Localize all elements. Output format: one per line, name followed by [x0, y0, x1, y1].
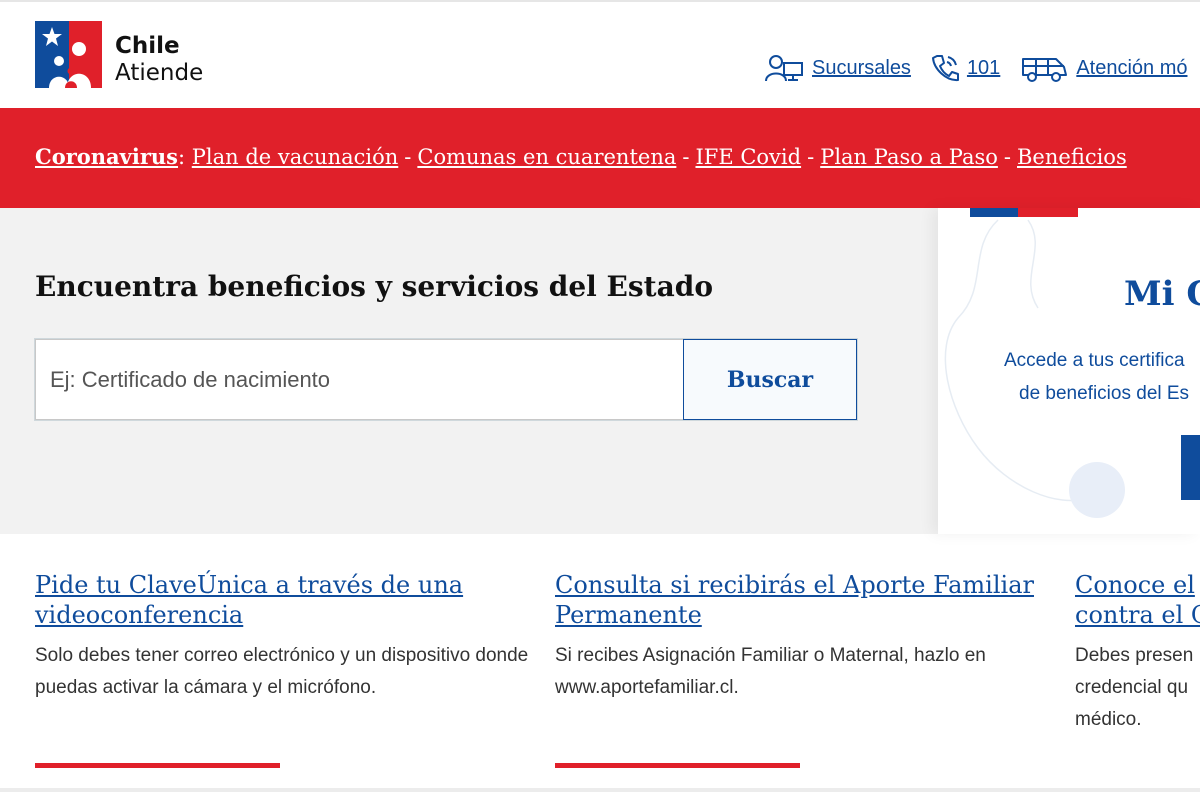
top-nav: Sucursales 101 Atención mó [764, 52, 1200, 84]
coronavirus-links: Coronavirus: Plan de vacunación - Comunas … [35, 144, 1127, 169]
ife-covid-link[interactable]: IFE Covid [695, 145, 801, 169]
search-section: Encuentra beneficios y servicios del Est… [0, 208, 938, 534]
news-red-rule [35, 763, 280, 768]
banner-separator: - [682, 145, 690, 169]
bottom-divider [0, 788, 1200, 792]
search-form: Buscar [35, 339, 857, 420]
sucursales-link[interactable]: Sucursales [764, 53, 911, 83]
news-description: Si recibes Asignación Familiar o Materna… [555, 645, 986, 698]
card-desc-line1: Accede a tus certifica [1004, 350, 1185, 371]
news-title-link[interactable]: Pide tu ClaveÚnica a través de una video… [35, 570, 535, 630]
search-button[interactable]: Buscar [683, 339, 857, 420]
news-description: Solo debes tener correo electrónico y un… [35, 645, 529, 698]
search-input[interactable] [35, 339, 683, 420]
plan-vacunacion-link[interactable]: Plan de vacunación [192, 145, 398, 169]
card-accent-blue [970, 208, 1018, 217]
news-item: Pide tu ClaveÚnica a través de una video… [35, 570, 535, 768]
chileatiende-logo[interactable]: Chile Atiende [35, 21, 225, 91]
phone-101-label: 101 [966, 56, 1001, 79]
comunas-cuarentena-link[interactable]: Comunas en cuarentena [417, 145, 676, 169]
card-accent-red [1018, 208, 1078, 217]
news-item: Consulta si recibirás el Aporte Familiar… [555, 570, 1055, 768]
atencion-movil-label: Atención mó [1076, 56, 1188, 79]
atencion-movil-link[interactable]: Atención mó [1020, 53, 1187, 83]
logo-wordmark: Chile Atiende [115, 33, 203, 87]
news-title-link[interactable]: Consulta si recibirás el Aporte Familiar… [555, 570, 1055, 630]
coronavirus-banner: Coronavirus: Plan de vacunación - Comunas … [0, 108, 1200, 208]
news-title-link[interactable]: Conoce el contra el C [1075, 570, 1200, 630]
banner-separator: - [1003, 145, 1011, 169]
card-accent-bars [970, 208, 1078, 217]
plan-paso-a-paso-link[interactable]: Plan Paso a Paso [820, 145, 998, 169]
site-header: Chile Atiende Sucursales 101 Atención mó [0, 0, 1200, 108]
banner-separator: - [807, 145, 815, 169]
banner-colon: : [178, 145, 186, 169]
logo-line1: Chile [115, 33, 180, 59]
mi-chileatiende-card: Mi C Accede a tus certifica de beneficio… [938, 208, 1200, 534]
sucursales-label: Sucursales [812, 56, 911, 79]
van-icon [1022, 58, 1068, 82]
phone-101-link[interactable]: 101 [931, 53, 1000, 83]
card-desc-line2: de beneficios del Es [1019, 383, 1190, 404]
logo-line2: Atiende [115, 60, 204, 86]
coronavirus-link[interactable]: Coronavirus [35, 144, 178, 169]
news-item: Conoce el contra el C Debes presen crede… [1075, 570, 1200, 736]
mi-chileatiende-button[interactable] [1181, 435, 1200, 500]
news-description: Debes presen credencial qu médico. [1075, 645, 1194, 730]
mi-chileatiende-description: Accede a tus certifica de beneficios del… [1004, 344, 1200, 410]
beneficios-link[interactable]: Beneficios [1017, 145, 1127, 169]
search-title: Encuentra beneficios y servicios del Est… [35, 270, 713, 303]
mi-chileatiende-title: Mi C [1124, 274, 1200, 314]
branch-office-icon [765, 55, 803, 82]
banner-separator: - [404, 145, 412, 169]
news-red-rule [555, 763, 800, 768]
phone-icon [931, 55, 959, 82]
chileatiende-logo-icon [35, 21, 102, 88]
